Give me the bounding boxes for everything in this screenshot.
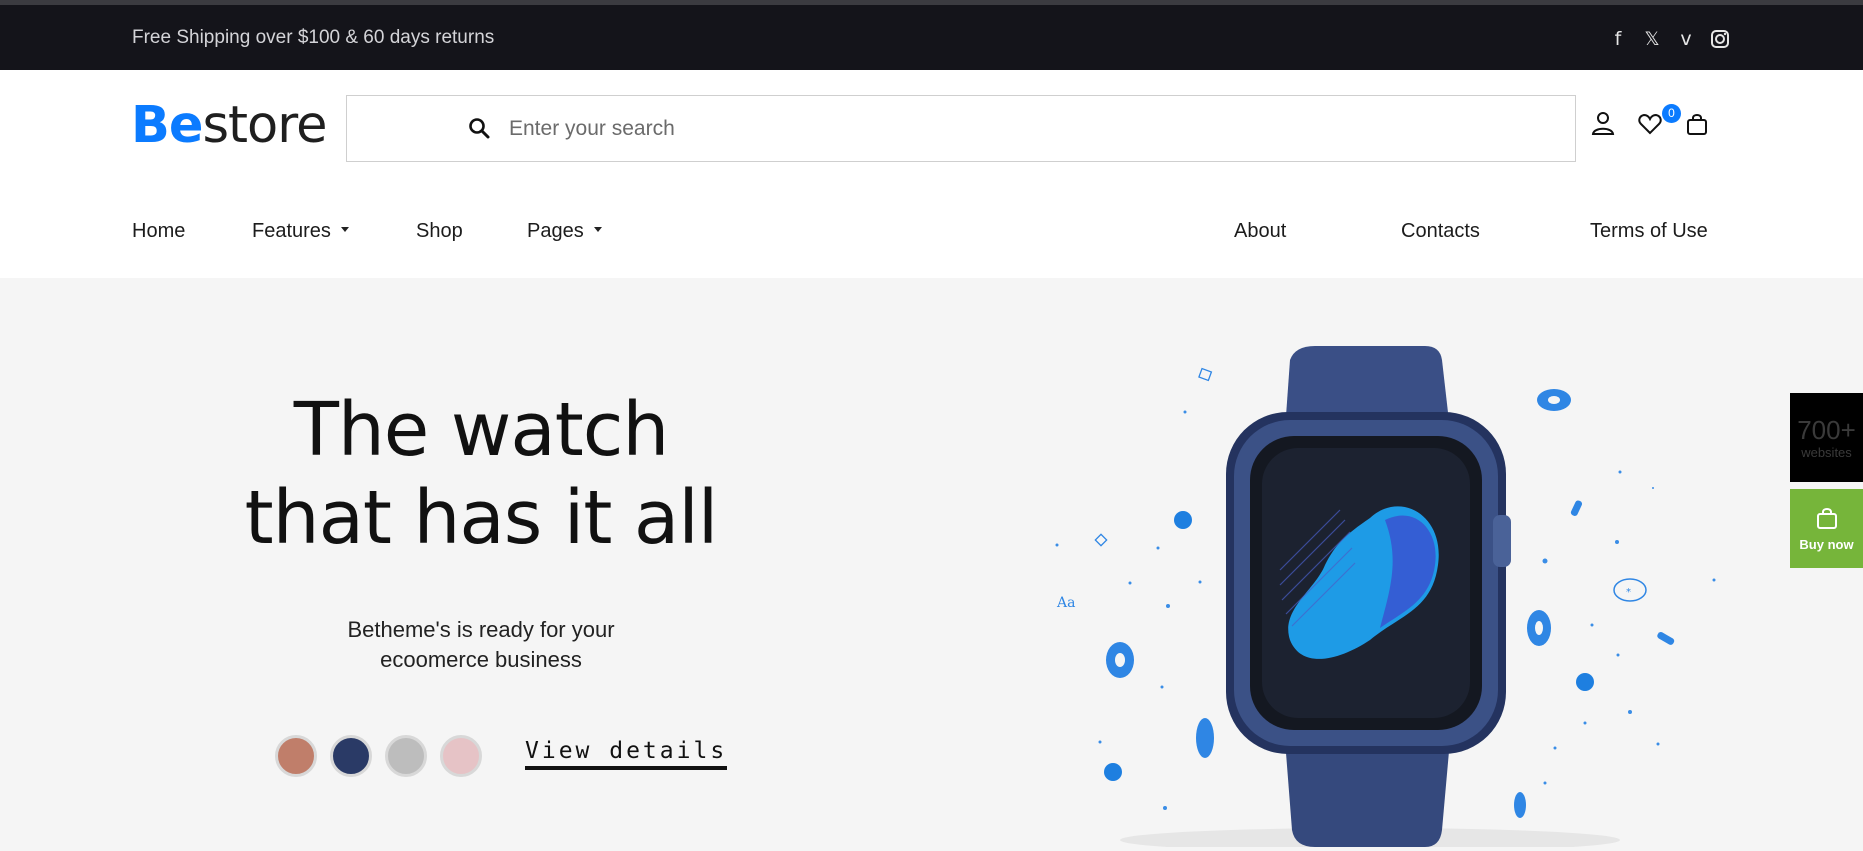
nav-home[interactable]: Home	[132, 220, 185, 243]
nav-about-label: About	[1234, 220, 1287, 242]
color-swatch-pink[interactable]	[440, 735, 482, 777]
color-swatch-copper[interactable]	[275, 735, 317, 777]
logo-store: store	[202, 96, 327, 155]
wishlist-count-badge: 0	[1662, 104, 1681, 123]
nav-features-label: Features	[252, 220, 331, 242]
announcement-bar: Free Shipping over $100 & 60 days return…	[0, 5, 1863, 70]
site-header: Bestore 0 Home Features Shop Pages About…	[0, 70, 1863, 278]
hero-title-line2: that has it all	[244, 475, 719, 561]
chevron-down-icon	[340, 227, 349, 233]
nav-contacts-label: Contacts	[1401, 220, 1480, 242]
nav-shop-label: Shop	[416, 220, 463, 242]
vimeo-icon[interactable]: v	[1676, 29, 1696, 49]
search-icon[interactable]	[467, 116, 491, 140]
cart-icon[interactable]	[1684, 111, 1710, 137]
svg-text:*: *	[1626, 587, 1631, 598]
hero-title: The watch that has it all	[150, 386, 812, 562]
instagram-icon[interactable]	[1710, 29, 1730, 49]
shipping-notice: Free Shipping over $100 & 60 days return…	[132, 27, 495, 48]
websites-count: 700+	[1797, 415, 1856, 445]
chevron-down-icon	[593, 227, 602, 233]
color-swatch-navy[interactable]	[330, 735, 372, 777]
hero-subtitle-line1: Betheme's is ready for your	[347, 617, 615, 642]
hero-subtitle: Betheme's is ready for your ecoomerce bu…	[262, 615, 700, 675]
nav-terms[interactable]: Terms of Use	[1590, 220, 1708, 243]
nav-features[interactable]: Features	[252, 220, 349, 243]
search-input[interactable]	[509, 108, 1549, 150]
site-logo[interactable]: Bestore	[131, 96, 327, 155]
social-links: f 𝕏 v	[1608, 29, 1730, 49]
x-icon[interactable]: 𝕏	[1642, 29, 1662, 49]
smartwatch-image: * Aa	[1040, 340, 1760, 851]
websites-label: websites	[1801, 445, 1852, 460]
wishlist-icon[interactable]	[1637, 111, 1663, 137]
nav-pages-label: Pages	[527, 220, 584, 242]
nav-shop[interactable]: Shop	[416, 220, 463, 243]
buy-now-label: Buy now	[1799, 537, 1854, 552]
nav-home-label: Home	[132, 220, 186, 242]
hero-title-line1: The watch	[293, 387, 670, 473]
hero-subtitle-line2: ecoomerce business	[380, 647, 582, 672]
buy-now-button[interactable]: Buy now	[1790, 489, 1863, 568]
nav-contacts[interactable]: Contacts	[1401, 220, 1480, 243]
color-swatch-silver[interactable]	[385, 735, 427, 777]
view-details-button[interactable]: View details	[525, 738, 728, 770]
nav-about[interactable]: About	[1234, 220, 1286, 243]
svg-text:Aa: Aa	[1056, 595, 1075, 611]
logo-be: Be	[131, 96, 203, 155]
user-icon[interactable]	[1590, 110, 1616, 136]
websites-count-panel[interactable]: 700+ websites	[1790, 393, 1863, 482]
search-box	[346, 95, 1576, 162]
bag-icon	[1816, 508, 1837, 529]
nav-pages[interactable]: Pages	[527, 220, 602, 243]
facebook-icon[interactable]: f	[1608, 29, 1628, 49]
nav-terms-label: Terms of Use	[1590, 220, 1708, 242]
